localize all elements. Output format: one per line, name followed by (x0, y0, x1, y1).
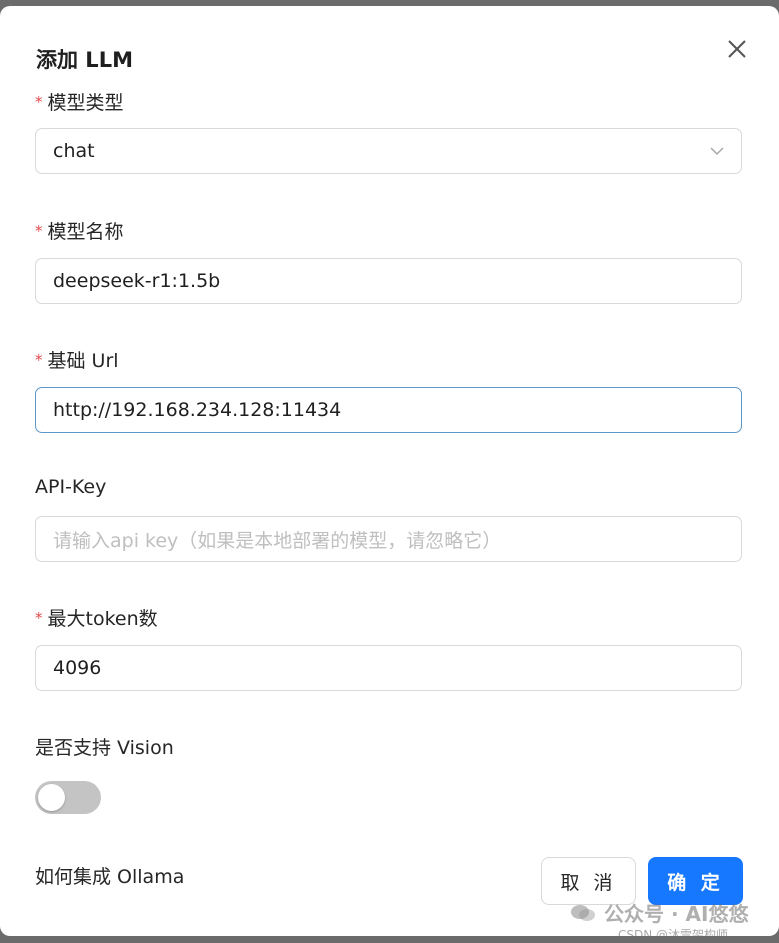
watermark: 公众号 · AI悠悠 (570, 898, 748, 927)
add-llm-dialog: 添加 LLM * 模型类型 chat * 模型名称 deepseek-r1:1.5b… (0, 6, 779, 942)
required-mark: * (35, 93, 43, 111)
api-key-label: API-Key (35, 476, 107, 498)
required-mark: * (35, 609, 43, 627)
max-tokens-input[interactable]: 4096 (35, 645, 742, 691)
base-url-label-text: 基础 Url (47, 350, 119, 372)
model-type-label-text: 模型类型 (47, 92, 124, 114)
base-url-value: http://192.168.234.128:11434 (53, 399, 342, 421)
chevron-down-icon (710, 147, 724, 156)
max-tokens-label-text: 最大token数 (47, 608, 158, 630)
api-key-input[interactable]: 请输入api key（如果是本地部署的模型，请忽略它） (35, 516, 742, 562)
model-type-value: chat (53, 140, 95, 162)
close-icon[interactable] (722, 34, 752, 64)
base-url-input[interactable]: http://192.168.234.128:11434 (35, 387, 742, 433)
required-mark: * (35, 222, 43, 240)
model-name-label: * 模型名称 (35, 217, 124, 244)
toggle-knob (38, 784, 65, 811)
model-name-input[interactable]: deepseek-r1:1.5b (35, 258, 742, 304)
base-url-label: * 基础 Url (35, 346, 119, 373)
model-type-select[interactable]: chat (35, 128, 742, 174)
watermark-csdn: CSDN @沐雪架构师 (618, 928, 729, 942)
model-name-value: deepseek-r1:1.5b (53, 270, 221, 292)
api-key-placeholder: 请输入api key（如果是本地部署的模型，请忽略它） (53, 529, 502, 552)
max-tokens-label: * 最大token数 (35, 604, 158, 631)
required-mark: * (35, 351, 43, 369)
wechat-icon (571, 904, 595, 921)
vision-label: 是否支持 Vision (35, 737, 174, 759)
model-name-label-text: 模型名称 (47, 221, 124, 243)
watermark-text: 公众号 · AI悠悠 (604, 902, 749, 926)
model-type-label: * 模型类型 (35, 88, 124, 115)
dialog-title: 添加 LLM (36, 48, 133, 72)
ollama-help-link[interactable]: 如何集成 Ollama (35, 862, 184, 889)
max-tokens-value: 4096 (53, 657, 102, 679)
vision-toggle[interactable] (35, 781, 101, 814)
